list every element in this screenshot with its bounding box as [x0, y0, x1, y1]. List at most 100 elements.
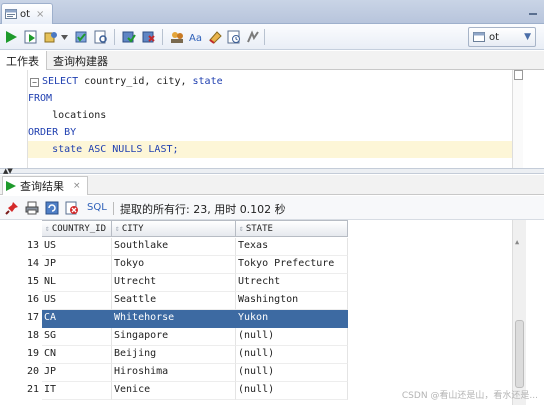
scroll-up-icon[interactable]: ▲	[515, 238, 519, 246]
table-row[interactable]: 18 SG Singapore (null)	[0, 328, 512, 346]
code-line[interactable]: locations	[28, 107, 512, 124]
cell-country-id[interactable]: NL	[42, 274, 112, 292]
cell-state[interactable]: (null)	[236, 328, 348, 346]
table-row[interactable]: 14 JP Tokyo Tokyo Prefecture	[0, 256, 512, 274]
connection-select[interactable]: ot ▼	[468, 27, 536, 47]
row-number: 20	[26, 366, 39, 377]
close-tab-icon[interactable]: ×	[73, 181, 81, 191]
editor-results-splitter[interactable]: ▲▼	[0, 167, 544, 175]
cell-state[interactable]: (null)	[236, 346, 348, 364]
cell-state[interactable]: Yukon	[236, 310, 348, 328]
sql-editor[interactable]: − SELECT country_id, city, state FROM loca…	[0, 70, 544, 168]
cell-state[interactable]: Utrecht	[236, 274, 348, 292]
sql-keyword: FROM	[28, 93, 53, 104]
close-tab-icon[interactable]: ×	[36, 9, 44, 20]
collapse-arrows-icon[interactable]: ▲▼	[3, 167, 13, 175]
database-commit-icon	[122, 31, 136, 43]
grid-header: ⇕ COUNTRY_ID ⇕ CITY ⇕ STATE	[0, 220, 512, 237]
fold-toggle-icon[interactable]: −	[30, 78, 39, 87]
cell-city[interactable]: Hiroshima	[112, 364, 236, 382]
explain-plan-button[interactable]	[92, 28, 110, 46]
window-menu-icon[interactable]	[528, 7, 538, 17]
toolbar-separator	[162, 29, 163, 45]
row-number: 17	[26, 312, 39, 323]
scrollbar-thumb[interactable]	[515, 320, 524, 388]
sql-worksheet-icon	[5, 9, 17, 19]
cell-state[interactable]: Texas	[236, 238, 348, 256]
code-line[interactable]: FROM	[28, 90, 512, 107]
commit-transaction-button[interactable]	[120, 28, 138, 46]
tab-worksheet[interactable]: 工作表	[0, 51, 47, 70]
row-number: 13	[26, 240, 39, 251]
pin-icon	[5, 202, 18, 215]
unshared-sql-button[interactable]	[168, 28, 186, 46]
sql-text: locations	[28, 110, 107, 121]
run-icon	[6, 31, 17, 43]
worksheet-tab-ot[interactable]: ot ×	[1, 3, 53, 24]
table-row[interactable]: 19 CN Beijing (null)	[0, 346, 512, 364]
sql-link[interactable]: SQL	[87, 202, 107, 213]
cell-state[interactable]: Washington	[236, 292, 348, 310]
table-row[interactable]: 16 US Seattle Washington	[0, 292, 512, 310]
code-line[interactable]: state ASC NULLS LAST;	[28, 141, 512, 158]
run-statement-button[interactable]	[2, 28, 20, 46]
cell-city[interactable]: Singapore	[112, 328, 236, 346]
sql-tuning-button[interactable]	[244, 28, 262, 46]
cell-country-id[interactable]: SG	[42, 328, 112, 346]
row-number: 16	[26, 294, 39, 305]
results-grid[interactable]: ⇕ COUNTRY_ID ⇕ CITY ⇕ STATE 13 US Southlake Te…	[0, 220, 544, 405]
print-icon	[25, 201, 39, 215]
cell-country-id[interactable]: US	[42, 238, 112, 256]
cell-country-id[interactable]: IT	[42, 382, 112, 400]
column-header-city[interactable]: ⇕ CITY	[112, 220, 236, 237]
clear-button[interactable]	[206, 28, 224, 46]
code-line[interactable]: − SELECT country_id, city, state	[28, 73, 512, 90]
cell-city[interactable]: Seattle	[112, 292, 236, 310]
run-script-button[interactable]	[22, 28, 40, 46]
cell-country-id[interactable]: JP	[42, 256, 112, 274]
cell-state[interactable]: (null)	[236, 364, 348, 382]
table-row[interactable]: 17 CA Whitehorse Yukon	[0, 310, 512, 328]
cell-city[interactable]: Tokyo	[112, 256, 236, 274]
sql-code[interactable]: − SELECT country_id, city, state FROM loca…	[28, 73, 512, 158]
print-button[interactable]	[24, 200, 40, 216]
code-line[interactable]: ORDER BY	[28, 124, 512, 141]
cell-state[interactable]: (null)	[236, 382, 348, 400]
cell-state[interactable]: Tokyo Prefecture	[236, 256, 348, 274]
cell-country-id[interactable]: JP	[42, 364, 112, 382]
cell-city[interactable]: Beijing	[112, 346, 236, 364]
sql-text: country_id, city,	[78, 76, 193, 87]
autotrace-button[interactable]	[42, 28, 60, 46]
tuning-icon	[247, 30, 259, 43]
cell-city[interactable]: Utrecht	[112, 274, 236, 292]
column-header-state[interactable]: ⇕ STATE	[236, 220, 348, 237]
freeze-view-button[interactable]	[4, 200, 20, 216]
table-row[interactable]: 15 NL Utrecht Utrecht	[0, 274, 512, 292]
column-header-country-id[interactable]: ⇕ COUNTRY_ID	[42, 220, 112, 237]
svg-text:Aa: Aa	[189, 33, 202, 44]
cancel-fetch-button[interactable]	[64, 200, 80, 216]
chevron-down-icon: ▼	[524, 32, 531, 42]
cell-country-id[interactable]: US	[42, 292, 112, 310]
sql-history-button[interactable]	[225, 28, 243, 46]
cell-country-id[interactable]: CA	[42, 310, 112, 328]
sort-icon: ⇕	[115, 224, 120, 233]
history-icon	[227, 30, 240, 44]
autotrace-dropdown[interactable]	[59, 28, 69, 46]
refresh-button[interactable]	[44, 200, 60, 216]
cell-city[interactable]: Southlake	[112, 238, 236, 256]
cell-country-id[interactable]: CN	[42, 346, 112, 364]
table-row[interactable]: 20 JP Hiroshima (null)	[0, 364, 512, 382]
commit-button[interactable]	[72, 28, 90, 46]
sql-keyword: SELECT	[42, 76, 79, 87]
table-row[interactable]: 13 US Southlake Texas	[0, 238, 512, 256]
tab-query-builder[interactable]: 查询构建器	[47, 51, 115, 70]
cell-city[interactable]: Venice	[112, 382, 236, 400]
editor-scrollbar[interactable]	[512, 70, 523, 168]
rollback-button[interactable]	[140, 28, 158, 46]
grid-scrollbar[interactable]: ▲	[512, 220, 526, 405]
tab-query-result[interactable]: 查询结果 ×	[2, 176, 88, 195]
cell-city[interactable]: Whitehorse	[112, 310, 236, 328]
watermark: CSDN @看山还是山，看水还是...	[401, 391, 538, 401]
case-toggle-button[interactable]: Aa	[187, 28, 205, 46]
